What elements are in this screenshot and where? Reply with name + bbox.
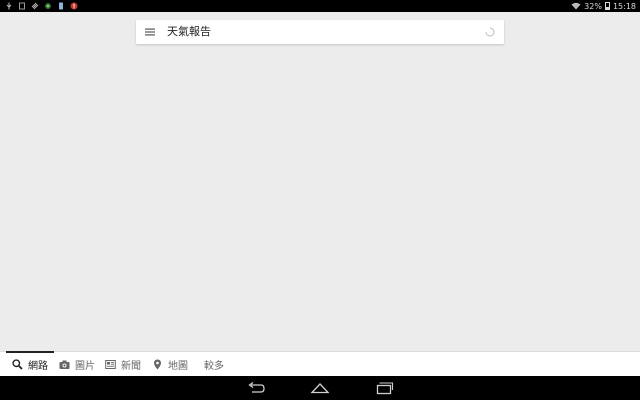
home-icon[interactable] (310, 381, 330, 395)
back-icon[interactable] (246, 381, 266, 395)
tab-news-label: 新聞 (121, 360, 141, 372)
navigation-bar (0, 376, 640, 400)
alert-icon (70, 2, 78, 10)
tab-images-label: 圖片 (75, 360, 95, 372)
usb-icon (6, 2, 12, 10)
loading-spinner-icon (485, 27, 495, 37)
clip-icon (31, 2, 39, 10)
search-query-text[interactable]: 天氣報告 (167, 20, 211, 44)
phone-icon (59, 2, 63, 10)
tab-web-label: 網路 (28, 360, 48, 372)
menu-icon[interactable] (145, 27, 155, 37)
tab-maps[interactable]: 地圖 (152, 352, 188, 376)
battery-percent: 32% (584, 1, 602, 11)
camera-icon (59, 360, 70, 369)
tab-more[interactable]: 較多 (204, 352, 224, 376)
wifi-icon (571, 2, 581, 10)
news-icon (105, 359, 116, 369)
results-area (0, 48, 640, 348)
tab-more-label: 較多 (204, 360, 224, 372)
search-type-tab-bar: 網路 圖片 新聞 地圖 較多 (0, 351, 640, 376)
tab-news[interactable]: 新聞 (105, 352, 141, 376)
status-bar-notifications (5, 0, 78, 12)
status-bar: 32% 15:18 (0, 0, 640, 12)
app-icon (45, 3, 51, 9)
search-bar[interactable]: 天氣報告 (136, 20, 504, 44)
battery-icon (604, 2, 610, 10)
status-bar-system: 32% 15:18 (571, 0, 636, 12)
map-pin-icon (154, 359, 161, 369)
tab-web[interactable]: 網路 (6, 351, 54, 376)
clock: 15:18 (612, 1, 636, 11)
tab-images[interactable]: 圖片 (59, 352, 95, 376)
search-icon (12, 358, 23, 370)
tab-maps-label: 地圖 (168, 360, 188, 372)
recent-apps-icon[interactable] (374, 381, 394, 395)
notification-icon (19, 2, 25, 10)
